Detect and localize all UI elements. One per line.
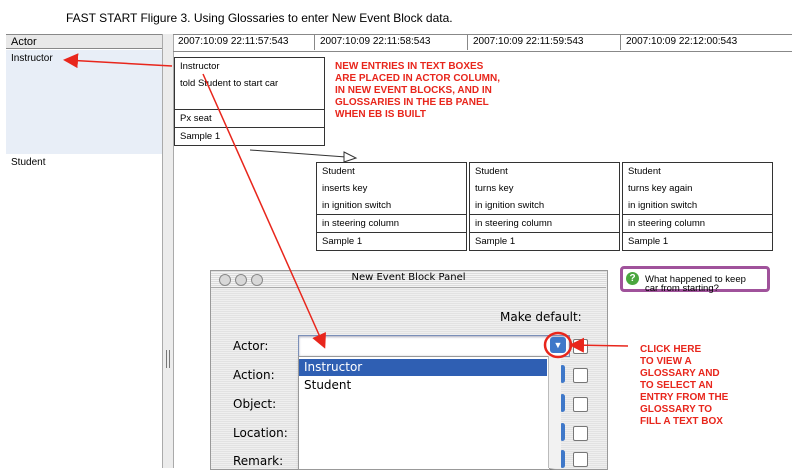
arrow-to-actor-field bbox=[202, 73, 326, 349]
arrow-to-actor-column bbox=[63, 53, 173, 69]
dropdown-highlight-circle bbox=[543, 331, 573, 359]
annotation-arrows bbox=[63, 53, 629, 359]
flow-arrow bbox=[249, 149, 347, 158]
arrow-to-dropdown-button bbox=[569, 337, 629, 353]
flow-arrowhead bbox=[343, 151, 358, 163]
